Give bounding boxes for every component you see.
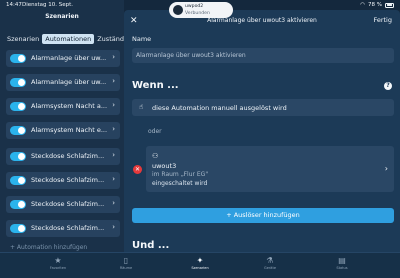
chevron-right-icon: › [112,53,115,61]
enable-toggle[interactable] [10,78,26,87]
remove-trigger-icon[interactable]: ✕ [133,165,142,174]
panel-title: Szenarien [45,13,79,20]
list-item[interactable]: Alarmanlage über uw... › [6,74,120,91]
automation-editor-sheet: ✕ Alarmanlage über uwout3 aktivieren Fer… [124,10,400,252]
chevron-right-icon: › [112,101,115,109]
automation-list-panel: Szenarien Szenarien Automationen Zuständ… [0,0,128,252]
help-icon[interactable]: ? [384,82,392,90]
when-heading: Wenn ... [132,80,179,91]
tab-label: Status [336,266,348,270]
list-item-label: Alarmsystem Nacht a... [31,102,108,110]
tab-status[interactable]: ▤ Status [322,256,362,271]
hand-tap-icon: ☝ [139,103,144,111]
list-item[interactable]: Alarmsystem Nacht e... › [6,122,120,139]
toast-device: uwpod2 [185,4,204,9]
list-item[interactable]: Steckdose Schlafzim... › [6,172,120,189]
segment-automationen[interactable]: Automationen [42,34,95,44]
name-value: Alarmanlage über uwout3 aktivieren [136,52,246,59]
chevron-right-icon: › [112,151,115,159]
segment-szenarien[interactable]: Szenarien [4,34,42,44]
list-item[interactable]: Steckdose Schlafzim... › [6,196,120,213]
room-icon: ▯ [123,256,129,265]
chevron-right-icon: › [112,223,115,231]
device-icon [173,5,183,15]
list-item[interactable]: Steckdose Schlafzim... › [6,148,120,165]
toast-status: Verbunden [185,10,210,16]
tab-raeume[interactable]: ▯ Räume [106,256,146,271]
trigger-device-room: im Raum „Flur EG" [152,171,209,178]
list-item-label: Alarmsystem Nacht e... [31,126,108,134]
enable-toggle[interactable] [10,224,26,233]
status-icon: ▤ [338,256,346,265]
name-label: Name [132,35,152,43]
chevron-right-icon: › [112,125,115,133]
chevron-right-icon: › [112,77,115,85]
enable-toggle[interactable] [10,152,26,161]
trigger-device-name: uwout3 [152,162,177,170]
segment-control: Szenarien Automationen Zustände [4,34,131,44]
battery-icon [385,2,394,8]
name-field[interactable]: Alarmanlage über uwout3 aktivieren [132,48,394,63]
enable-toggle[interactable] [10,54,26,63]
chevron-right-icon: › [384,164,388,173]
tab-favoriten[interactable]: ★ Favoriten [38,256,78,271]
trigger-device-state: eingeschaltet wird [152,180,208,187]
tab-label: Szenarien [191,266,209,270]
add-automation-button[interactable]: + Automation hinzufügen [10,244,87,251]
list-item[interactable]: Steckdose Schlafzim... › [6,220,120,237]
tab-geraete[interactable]: ⚗ Geräte [250,256,290,271]
list-item[interactable]: Alarmsystem Nacht a... › [6,98,120,115]
tab-label: Favoriten [49,266,67,270]
wifi-icon: ◠ [360,2,366,8]
status-date: Dienstag 10. Sept. [22,2,74,8]
device-trigger-row[interactable]: ⚇ uwout3 im Raum „Flur EG" eingeschaltet… [146,146,394,192]
status-right: ◠ 78 % [360,2,394,8]
outlet-icon: ⚇ [152,152,159,160]
enable-toggle[interactable] [10,200,26,209]
list-item-label: Steckdose Schlafzim... [31,200,105,208]
list-item-label: Steckdose Schlafzim... [31,152,105,160]
enable-toggle[interactable] [10,176,26,185]
manual-trigger-row[interactable]: ☝ diese Automation manuell ausgelöst wir… [132,99,394,116]
device-icon: ⚗ [266,256,274,265]
list-item-label: Steckdose Schlafzim... [31,176,105,184]
list-item-label: Alarmanlage über uw... [31,78,107,86]
enable-toggle[interactable] [10,102,26,111]
done-button[interactable]: Fertig [373,16,392,24]
wand-icon: ✦ [196,256,204,265]
and-heading: Und ... [132,240,170,251]
or-label: oder [148,128,162,135]
add-trigger-button[interactable]: + Auslöser hinzufügen [132,208,394,223]
tab-szenarien[interactable]: ✦ Szenarien [180,256,220,271]
list-item-label: Alarmanlage über uw... [31,54,107,62]
chevron-right-icon: › [112,199,115,207]
tab-label: Räume [119,266,133,270]
connection-toast: uwpod2 Verbunden [169,2,233,18]
list-item[interactable]: Alarmanlage über uw... › [6,50,120,67]
status-time: 14:47 [6,2,22,8]
tab-bar: ★ Favoriten ▯ Räume ✦ Szenarien ⚗ Geräte… [0,252,400,278]
close-icon[interactable]: ✕ [130,16,138,26]
tab-label: Geräte [264,266,276,270]
battery-percent: 78 % [368,2,382,8]
manual-trigger-text: diese Automation manuell ausgelöst wird [152,104,287,112]
list-item-label: Steckdose Schlafzim... [31,224,105,232]
chevron-right-icon: › [112,175,115,183]
enable-toggle[interactable] [10,126,26,135]
sheet-title: Alarmanlage über uwout3 aktivieren [207,17,317,24]
star-icon: ★ [54,256,62,265]
